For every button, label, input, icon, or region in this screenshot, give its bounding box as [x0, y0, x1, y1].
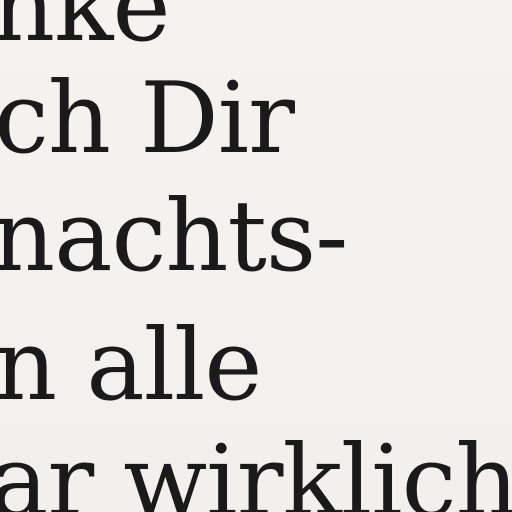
text-line-3: nachts- [0, 180, 348, 294]
text-line-4: n alle [0, 309, 262, 423]
text-line-1: nke [0, 0, 170, 64]
text-line-2: ch Dir [0, 62, 295, 176]
paper-page: nke ch Dir nachts- n alle ar wirklich [0, 0, 512, 512]
text-line-5: ar wirklich [0, 425, 512, 512]
